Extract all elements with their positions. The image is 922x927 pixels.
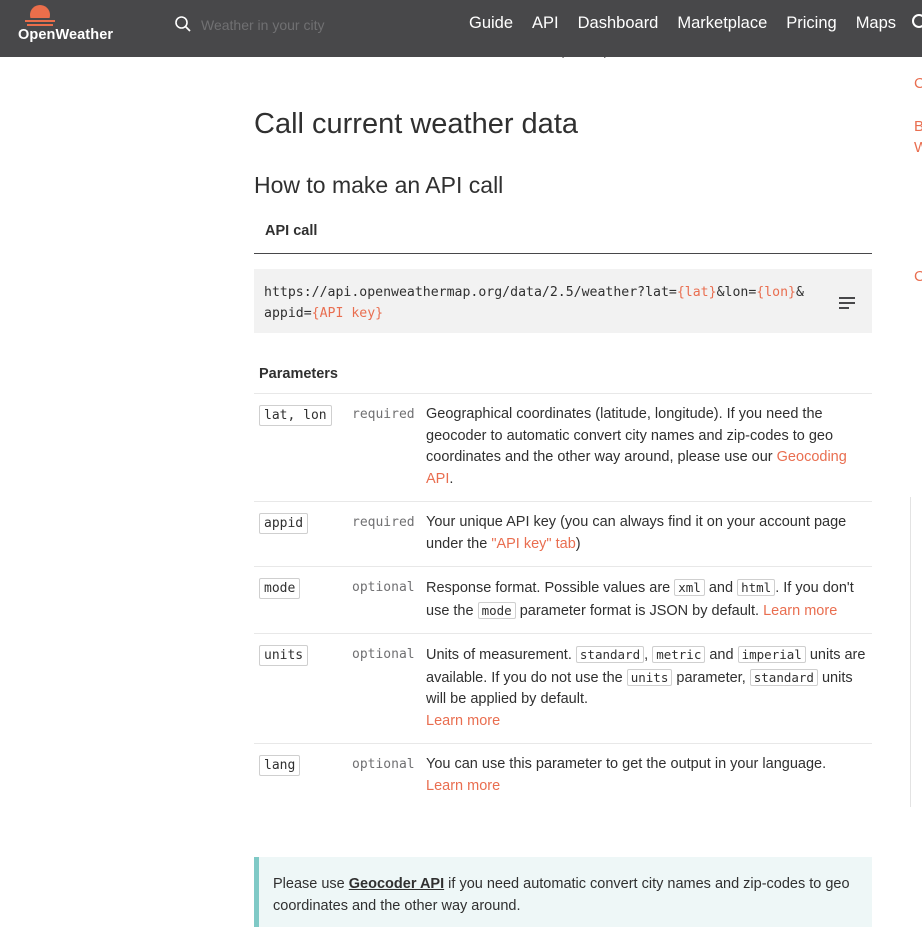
inline-code: standard (749, 668, 818, 686)
inline-code: standard (575, 646, 645, 663)
param-requirement: required (352, 515, 415, 530)
param-row-mode: mode optional Response format. Possible … (254, 567, 872, 634)
parameters-table: lat, lon required Geographical coordinat… (254, 393, 872, 808)
param-requirement: optional (352, 757, 415, 772)
nav-pricing[interactable]: Pricing (786, 14, 836, 33)
logo-text: OpenWeather (18, 27, 114, 43)
lon-placeholder: {lon} (756, 285, 796, 300)
param-description: Geographical coordinates (latitude, long… (426, 406, 847, 487)
inline-code: html (737, 579, 776, 596)
param-row-units: units optional Units of measurement. sta… (254, 634, 872, 744)
learn-more-link[interactable]: Learn more (763, 603, 837, 619)
lat-placeholder: {lat} (676, 285, 717, 300)
menu-lines-icon[interactable] (839, 297, 855, 309)
inline-code: metric (652, 646, 706, 663)
api-call-tab[interactable]: API call (254, 218, 872, 254)
learn-more-link[interactable]: Learn more (426, 713, 500, 729)
main-nav: Guide API Dashboard Marketplace Pricing Maps (469, 14, 915, 38)
parameters-heading: Parameters (259, 366, 338, 382)
inline-code: imperial (737, 646, 806, 663)
param-name: appid (259, 513, 309, 534)
param-requirement: optional (352, 647, 415, 662)
nav-marketplace[interactable]: Marketplace (677, 14, 767, 33)
api-key-placeholder: {API key} (311, 306, 384, 321)
param-name: units (259, 645, 309, 666)
param-row-lat-lon: lat, lon required Geographical coordinat… (254, 394, 872, 502)
inline-code: mode (477, 601, 516, 619)
inline-code: units (626, 668, 673, 686)
api-url[interactable]: https://api.openweathermap.org/data/2.5/… (264, 282, 804, 324)
nav-maps[interactable]: Maps (856, 14, 896, 33)
param-description: Units of measurement. standard, metric a… (426, 646, 866, 729)
toc-item[interactable]: W (914, 139, 922, 156)
geocoder-api-link[interactable]: Geocoder API (349, 876, 444, 892)
learn-more-link[interactable]: Learn more (426, 778, 500, 794)
param-name: lat, lon (259, 405, 332, 426)
inline-code: xml (674, 579, 705, 596)
geocoder-note: Please use Geocoder API if you need auto… (254, 857, 872, 927)
param-description: Your unique API key (you can always find… (426, 514, 847, 552)
toc-item[interactable]: B (914, 118, 922, 135)
api-key-tab-link[interactable]: "API key" tab (491, 536, 575, 552)
search-input[interactable] (199, 14, 373, 36)
nav-dashboard[interactable]: Dashboard (578, 14, 659, 33)
param-name: lang (259, 755, 301, 776)
search-box (174, 12, 374, 38)
toc-item[interactable]: C (914, 268, 922, 285)
top-navbar: OpenWeather Guide API Dashboard Marketplace… (0, 0, 922, 57)
param-requirement: required (352, 407, 415, 422)
note-text: Please use Geocoder API if you need auto… (273, 876, 850, 914)
param-row-appid: appid required Your unique API key (you … (254, 502, 872, 567)
api-call-tab-label: API call (265, 223, 318, 239)
param-requirement: optional (352, 580, 415, 595)
sun-logo-icon (25, 5, 55, 26)
param-row-lang: lang optional You can use this parameter… (254, 744, 872, 808)
param-description: You can use this parameter to get the ou… (426, 756, 827, 794)
api-url-codebox: https://api.openweathermap.org/data/2.5/… (254, 269, 872, 333)
param-description: Response format. Possible values are xml… (426, 579, 854, 619)
toc-item[interactable]: C (914, 75, 922, 92)
page-title: Call current weather data (254, 108, 578, 140)
openweather-logo[interactable]: OpenWeather (18, 4, 118, 52)
nav-api[interactable]: API (532, 14, 559, 33)
param-name: mode (259, 578, 301, 599)
search-icon[interactable] (174, 15, 192, 33)
side-panel-edge (910, 497, 922, 807)
nav-more-icon[interactable] (912, 14, 922, 32)
nav-guide[interactable]: Guide (469, 14, 513, 33)
section-title: How to make an API call (254, 172, 504, 198)
